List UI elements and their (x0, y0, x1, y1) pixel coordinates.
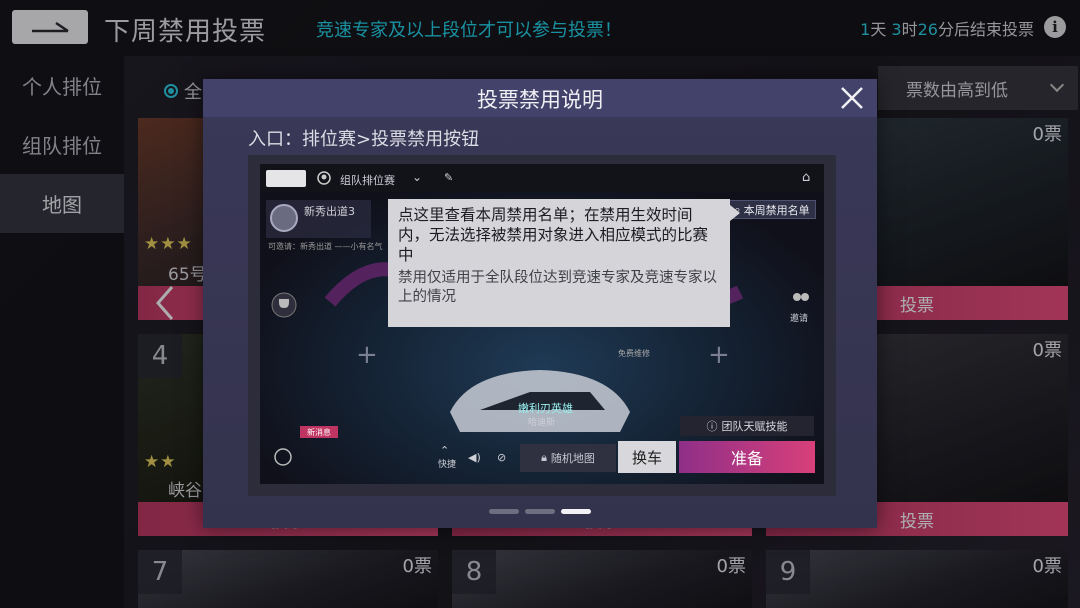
volume-icon: ◀) (468, 451, 481, 464)
car-name: 哈迪斯 (528, 418, 556, 428)
tutorial-screenshot: 组队排位赛 ⌄ ✎ ⌂ 新秀出道3 可邀请：新秀出道 ——小有名气 本周禁用名单… (248, 155, 836, 496)
info-icon: ⓘ (706, 420, 718, 433)
page-dot-3[interactable] (561, 509, 591, 514)
team-icon (317, 171, 331, 185)
home-icon: ⌂ (802, 170, 811, 185)
invite-icon (793, 293, 809, 301)
change-car-button: 换车 (618, 441, 676, 473)
preview-user-card: 新秀出道3 (266, 200, 371, 238)
page-dot-2[interactable] (525, 509, 555, 514)
mic-muted-icon: ⊘ (497, 451, 507, 464)
player-name: 嫩利刃英雄 (518, 402, 573, 415)
guide-tooltip: 点这里查看本周禁用名单；在禁用生效时间内，无法选择被禁用对象进入相应模式的比赛中… (388, 199, 740, 327)
chevron-up-icon: ⌃ (440, 444, 450, 457)
new-message-badge: 新消息 (300, 426, 338, 438)
trophy-icon (271, 292, 297, 318)
modal-title: 投票禁用说明 (477, 88, 603, 112)
ready-button: 准备 (679, 441, 815, 473)
page-dot-1[interactable] (489, 509, 519, 514)
random-map-button: 🔒︎ 随机地图 (520, 444, 616, 472)
entry-path-text: 入口：排位赛>投票禁用按钮 (248, 129, 480, 150)
weekly-ban-list-button: ⌕本周禁用名单 (728, 200, 816, 219)
page-indicator (489, 509, 593, 515)
chat-icon (274, 448, 292, 466)
chevron-down-icon: ⌄ (412, 170, 423, 184)
invite-label: 邀请 (790, 314, 809, 324)
preview-user-sub: 可邀请：新秀出道 ——小有名气 (268, 242, 383, 251)
avatar (270, 204, 298, 232)
add-slot-icon: + (708, 340, 730, 370)
random-map-label: 随机地图 (550, 452, 595, 465)
quick-label: 快捷 (438, 460, 457, 470)
preview-frame: 组队排位赛 ⌄ ✎ ⌂ 新秀出道3 可邀请：新秀出道 ——小有名气 本周禁用名单… (260, 164, 824, 484)
preview-user-name: 新秀出道3 (304, 205, 355, 218)
tooltip-sub-text: 禁用仅适用于全队段位达到竞速专家及竞速专家以上的情况 (398, 270, 717, 305)
preview-mode-label: 组队排位赛 (340, 174, 395, 187)
preview-back-button (266, 170, 306, 187)
close-icon[interactable] (839, 85, 865, 111)
lock-icon: 🔒︎ (541, 451, 547, 464)
free-repair-label: 免费维修 (618, 349, 650, 358)
tooltip-main-text: 点这里查看本周禁用名单；在禁用生效时间内，无法选择被禁用对象进入相应模式的比赛中 (398, 206, 709, 264)
weekly-ban-label: 本周禁用名单 (743, 203, 810, 217)
car-silhouette (440, 352, 640, 442)
team-talent-label: ⓘ 团队天赋技能 (680, 416, 814, 436)
vote-ban-screen: 下周禁用投票 竞速专家及以上段位才可以参与投票！ 1天 3时26分后结束投票 i… (0, 0, 1080, 608)
preview-top-bar: 组队排位赛 ⌄ ✎ ⌂ (260, 164, 824, 192)
talent-text: 团队天赋技能 (721, 420, 788, 433)
edit-icon: ✎ (444, 171, 454, 184)
add-slot-icon: + (356, 340, 378, 370)
vote-ban-help-modal: 投票禁用说明 入口：排位赛>投票禁用按钮 组队排位赛 ⌄ ✎ ⌂ 新秀出道3 可… (203, 79, 877, 528)
